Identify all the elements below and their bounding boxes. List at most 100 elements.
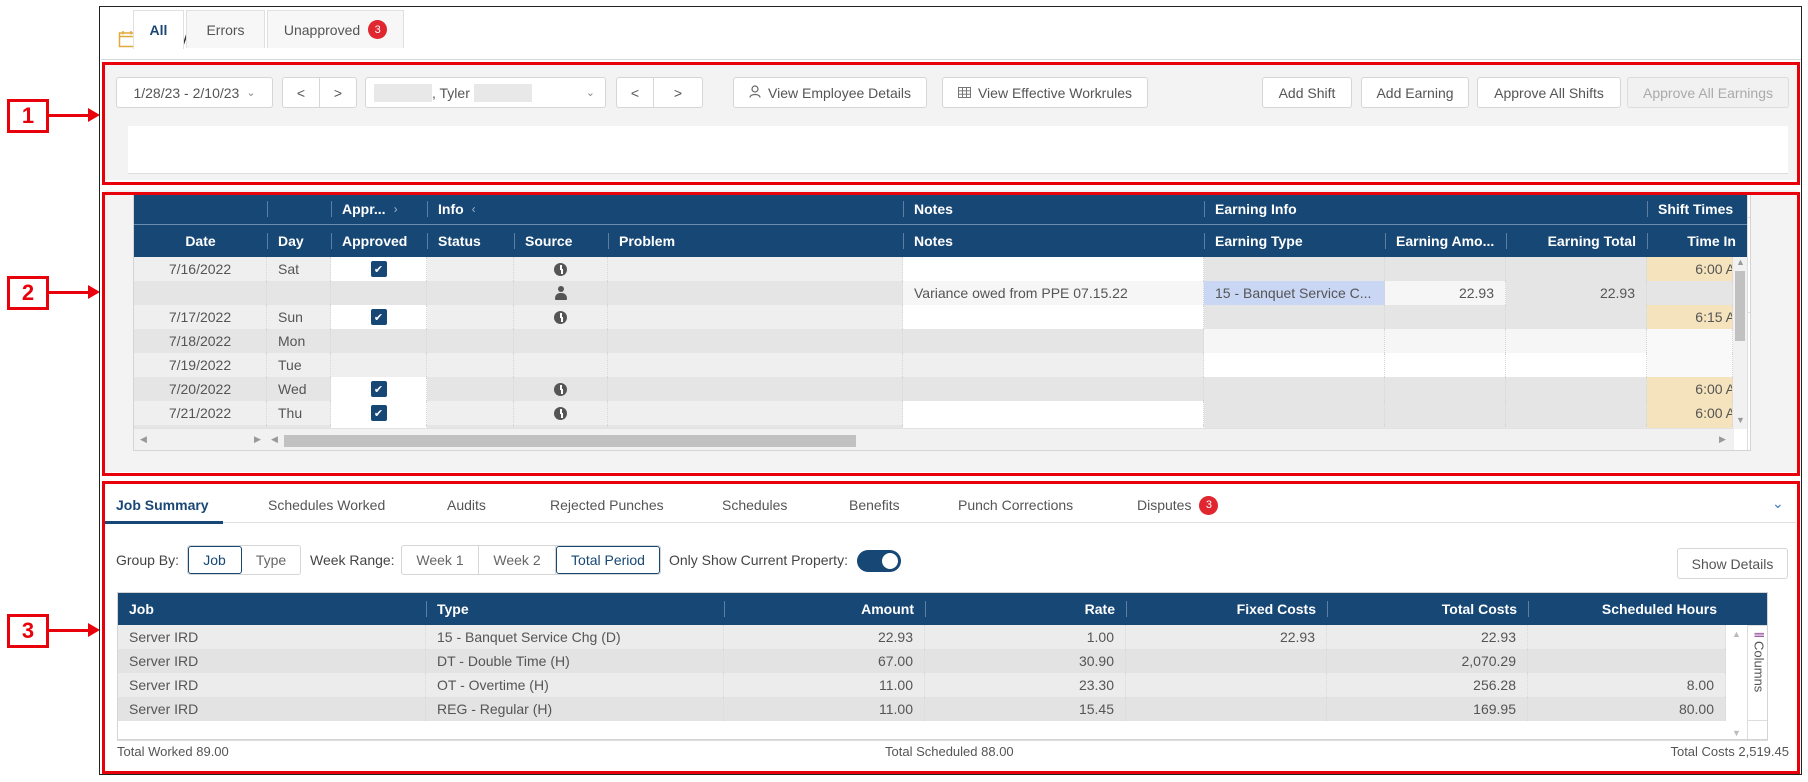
- timecard-row[interactable]: 7/21/2022 Thu ✔ 6:00 A: [134, 401, 1733, 425]
- scroll-down-icon[interactable]: ▼: [1732, 728, 1741, 738]
- add-earning-button[interactable]: Add Earning: [1361, 77, 1469, 108]
- approved-checkbox-icon[interactable]: ✔: [370, 261, 387, 277]
- grid-column-header-row: Date Day Approved Status Source Problem …: [134, 225, 1747, 257]
- timecard-row[interactable]: 7/19/2022 Tue: [134, 353, 1733, 377]
- column-header-day[interactable]: Day: [267, 225, 331, 257]
- week-2-option[interactable]: Week 2: [479, 546, 556, 574]
- pinned-scroll-right-icon[interactable]: ▶: [254, 434, 261, 445]
- tab-errors[interactable]: Errors: [186, 10, 265, 48]
- tab-job-summary[interactable]: Job Summary: [102, 487, 223, 524]
- timecard-row[interactable]: 7/18/2022 Mon: [134, 329, 1733, 353]
- tab-benefits[interactable]: Benefits: [849, 487, 900, 523]
- scroll-right-icon[interactable]: ▶: [1719, 434, 1726, 445]
- column-header-earning-total[interactable]: Earning Total: [1506, 225, 1647, 257]
- cell-total-costs: 2,070.29: [1327, 649, 1528, 673]
- grid-vertical-scrollbar[interactable]: ▲ ▼: [1733, 257, 1747, 429]
- column-header-earning-amount[interactable]: Earning Amo...: [1385, 225, 1506, 257]
- approved-checkbox-icon[interactable]: ✔: [370, 405, 387, 421]
- column-header-notes[interactable]: Notes: [903, 225, 1204, 257]
- columns-panel-toggle[interactable]: ||| Columns: [1748, 217, 1750, 313]
- column-header-date[interactable]: Date: [134, 225, 267, 257]
- cell-approved[interactable]: ✔: [331, 257, 427, 281]
- column-header-approved[interactable]: Approved: [331, 225, 427, 257]
- job-summary-row[interactable]: Server IRD DT - Double Time (H) 67.00 30.90…: [118, 649, 1726, 673]
- view-effective-workrules-button[interactable]: View Effective Workrules: [942, 77, 1148, 108]
- person-icon: [554, 286, 567, 300]
- cell-approved[interactable]: ✔: [331, 377, 427, 401]
- employee-select[interactable]: , Tyler ⌄: [365, 77, 606, 108]
- only-current-property-toggle[interactable]: [857, 550, 901, 572]
- tab-rejected-punches[interactable]: Rejected Punches: [550, 487, 664, 523]
- approve-all-shifts-button[interactable]: Approve All Shifts: [1477, 77, 1621, 108]
- tab-all[interactable]: All: [133, 10, 184, 49]
- group-by-job-option[interactable]: Job: [188, 546, 242, 574]
- column-header-fixed-costs[interactable]: Fixed Costs: [1126, 593, 1327, 625]
- tab-schedules[interactable]: Schedules: [722, 487, 787, 523]
- tab-schedules-worked[interactable]: Schedules Worked: [268, 487, 385, 523]
- cell-fixed-costs: [1126, 673, 1327, 697]
- expand-right-icon[interactable]: ›: [394, 202, 398, 216]
- approve-all-earnings-button[interactable]: Approve All Earnings: [1627, 77, 1789, 108]
- group-header-approval[interactable]: Appr... ›: [331, 193, 427, 225]
- tab-audits[interactable]: Audits: [447, 487, 486, 523]
- cell-scheduled-hours: [1528, 649, 1726, 673]
- collapse-left-icon[interactable]: ‹: [472, 202, 476, 216]
- collapse-panel-chevron-icon[interactable]: ⌄: [1772, 495, 1784, 512]
- column-header-type[interactable]: Type: [426, 593, 724, 625]
- tab-unapproved[interactable]: Unapproved 3: [267, 10, 404, 48]
- column-header-status[interactable]: Status: [427, 225, 514, 257]
- next-employee-button[interactable]: >: [653, 77, 703, 108]
- scroll-left-icon[interactable]: ◀: [271, 434, 278, 445]
- grid-group-header-row: Appr... › Info ‹ Notes Earning Info Shif…: [134, 193, 1747, 225]
- cell-time-in: 6:00 A: [1647, 377, 1733, 401]
- column-header-job[interactable]: Job: [118, 593, 426, 625]
- approved-checkbox-icon[interactable]: ✔: [370, 381, 387, 397]
- view-employee-details-button[interactable]: View Employee Details: [733, 77, 927, 108]
- cell-date: 7/17/2022: [134, 305, 267, 329]
- timecard-row[interactable]: Variance owed from PPE 07.15.22 15 - Banq…: [134, 281, 1733, 305]
- scroll-down-icon[interactable]: ▼: [1736, 415, 1745, 425]
- total-period-option[interactable]: Total Period: [556, 546, 660, 574]
- add-shift-button[interactable]: Add Shift: [1262, 77, 1352, 108]
- date-range-select[interactable]: 1/28/23 - 2/10/23 ⌄: [116, 77, 273, 108]
- grid-horizontal-scrollbar[interactable]: ◀ ▶ ◀ ▶: [134, 428, 1734, 450]
- group-by-type-option[interactable]: Type: [242, 546, 300, 574]
- timecard-row[interactable]: 7/20/2022 Wed ✔ 6:00 A: [134, 377, 1733, 401]
- column-header-amount[interactable]: Amount: [724, 593, 925, 625]
- annotation-label-1: 1: [7, 99, 49, 133]
- timecard-row[interactable]: 7/16/2022 Sat ✔ 6:00 A: [134, 257, 1733, 281]
- job-summary-row[interactable]: Server IRD 15 - Banquet Service Chg (D) 22…: [118, 625, 1726, 649]
- column-header-problem[interactable]: Problem: [608, 225, 903, 257]
- column-header-time-in[interactable]: Time In: [1647, 225, 1747, 257]
- tab-punch-corrections[interactable]: Punch Corrections: [958, 487, 1073, 523]
- pinned-scroll-left-icon[interactable]: ◀: [140, 434, 147, 445]
- cell-approved[interactable]: ✔: [331, 401, 427, 425]
- column-header-source[interactable]: Source: [514, 225, 608, 257]
- timecard-row[interactable]: 7/17/2022 Sun ✔ 6:15 A: [134, 305, 1733, 329]
- prev-period-button[interactable]: <: [282, 77, 320, 108]
- next-period-button[interactable]: >: [319, 77, 357, 108]
- job-summary-columns-toggle[interactable]: ||| Columns: [1748, 625, 1767, 721]
- column-header-earning-type[interactable]: Earning Type: [1204, 225, 1385, 257]
- grid-horizontal-scroll-thumb[interactable]: [284, 435, 856, 447]
- view-effective-workrules-label: View Effective Workrules: [977, 84, 1133, 101]
- group-header-info[interactable]: Info ‹: [427, 193, 903, 225]
- chevron-left-icon: <: [296, 84, 306, 101]
- column-header-rate[interactable]: Rate: [925, 593, 1126, 625]
- prev-employee-button[interactable]: <: [616, 77, 654, 108]
- job-summary-row[interactable]: Server IRD REG - Regular (H) 11.00 15.45 169…: [118, 697, 1726, 721]
- scroll-up-icon[interactable]: ▲: [1732, 629, 1741, 639]
- scroll-up-icon[interactable]: ▲: [1736, 257, 1745, 267]
- approved-checkbox-icon[interactable]: ✔: [370, 309, 387, 325]
- week-1-option[interactable]: Week 1: [402, 546, 479, 574]
- week-range-toggle: Week 1 Week 2 Total Period: [401, 545, 661, 575]
- job-summary-vertical-scrollbar[interactable]: ▲ ▼: [1728, 625, 1744, 739]
- tab-disputes[interactable]: Disputes 3: [1137, 487, 1219, 523]
- column-header-scheduled-hours[interactable]: Scheduled Hours: [1528, 593, 1728, 625]
- job-summary-row[interactable]: Server IRD OT - Overtime (H) 11.00 23.30 256…: [118, 673, 1726, 697]
- show-details-button[interactable]: Show Details: [1677, 548, 1788, 579]
- grid-vertical-scroll-thumb[interactable]: [1735, 271, 1745, 341]
- cell-approved[interactable]: ✔: [331, 305, 427, 329]
- column-header-total-costs[interactable]: Total Costs: [1327, 593, 1528, 625]
- day-value: Thu: [278, 405, 303, 421]
